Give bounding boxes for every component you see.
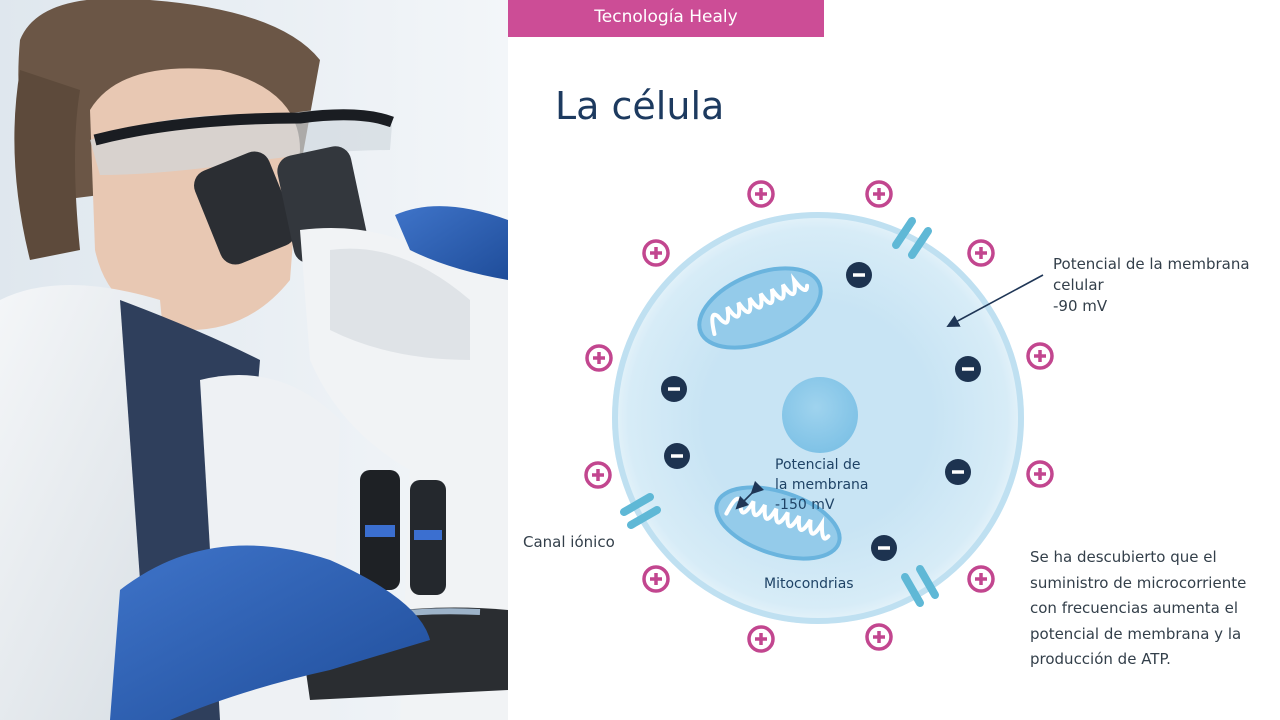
plus-circle-icon bbox=[585, 344, 613, 372]
cell-membrane-potential-label: Potencial de la membrana celular -90 mV bbox=[1053, 255, 1250, 315]
microcurrent-note: Se ha descubierto que el suministro de m… bbox=[1030, 548, 1247, 668]
plus-circle-icon bbox=[967, 239, 995, 267]
minus-circle-icon bbox=[664, 443, 690, 469]
minus-circle-icon bbox=[871, 535, 897, 561]
plus-circle-icon bbox=[1026, 460, 1054, 488]
scientist-microscope-photo bbox=[0, 0, 508, 720]
plus-circle-icon bbox=[967, 565, 995, 593]
plus-circle-icon bbox=[865, 623, 893, 651]
minus-circle-icon bbox=[846, 262, 872, 288]
minus-circle-icon bbox=[661, 376, 687, 402]
mito-membrane-potential-label: Potencial de la membrana -150 mV bbox=[775, 457, 869, 513]
plus-circle-icon bbox=[584, 461, 612, 489]
plus-circle-icon bbox=[642, 239, 670, 267]
plus-circle-icon bbox=[1026, 342, 1054, 370]
mitochondria-label: Mitocondrias bbox=[764, 576, 854, 592]
minus-circle-icon bbox=[945, 459, 971, 485]
plus-circle-icon bbox=[865, 180, 893, 208]
minus-circle-icon bbox=[955, 356, 981, 382]
plus-circle-icon bbox=[642, 565, 670, 593]
plus-circle-icon bbox=[747, 180, 775, 208]
nucleus bbox=[782, 377, 858, 453]
ion-channel-label: Canal iónico bbox=[523, 533, 615, 551]
plus-circle-icon bbox=[747, 625, 775, 653]
tecnologia-healy-tag: Tecnología Healy bbox=[508, 0, 824, 37]
